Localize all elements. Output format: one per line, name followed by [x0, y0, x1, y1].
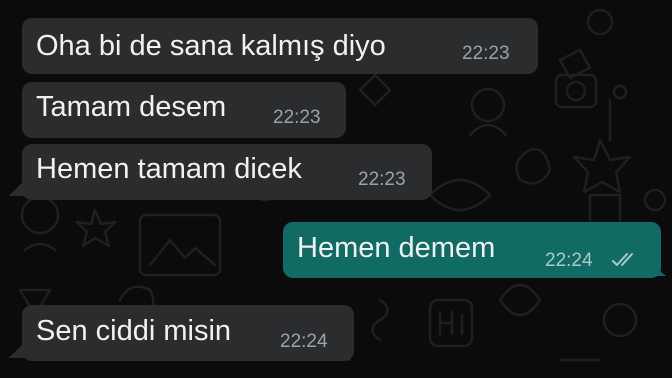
outgoing-message-bubble[interactable]: Hemen demem 22:24	[283, 222, 661, 278]
incoming-message-bubble[interactable]: Sen ciddi misin 22:24	[22, 305, 354, 361]
message-text: Hemen tamam dicek	[36, 153, 302, 185]
double-check-read-icon	[612, 253, 633, 266]
message-text: Sen ciddi misin	[36, 315, 232, 347]
message-text: Oha bi de sana kalmış diyo	[36, 30, 386, 62]
message-text: Hemen demem	[297, 232, 496, 264]
message-timestamp: 22:23	[462, 43, 510, 64]
message-timestamp: 22:23	[273, 107, 321, 128]
incoming-message-bubble[interactable]: Hemen tamam dicek 22:23	[22, 144, 432, 200]
message-timestamp: 22:23	[358, 169, 406, 190]
incoming-message-bubble[interactable]: Tamam desem 22:23	[22, 82, 346, 138]
incoming-message-bubble[interactable]: Oha bi de sana kalmış diyo 22:23	[22, 18, 538, 74]
message-timestamp: 22:24	[545, 250, 593, 271]
message-timestamp: 22:24	[280, 331, 328, 352]
message-text: Tamam desem	[36, 91, 227, 123]
